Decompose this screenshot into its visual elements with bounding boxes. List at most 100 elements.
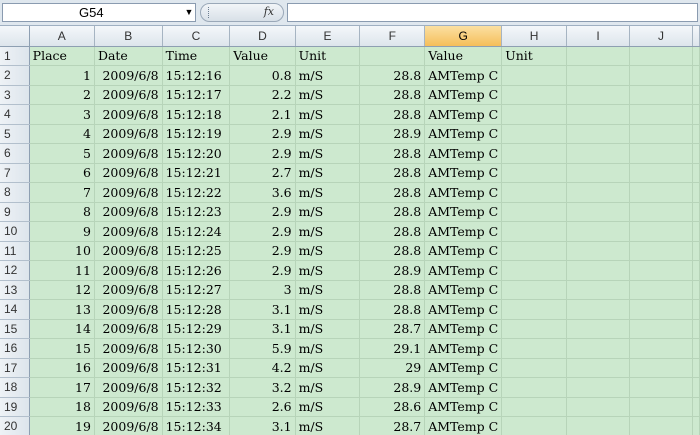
cell[interactable]: 3 [29, 104, 95, 125]
cell[interactable]: Place [29, 46, 95, 66]
cell[interactable] [501, 124, 568, 144]
cell[interactable]: 2009/6/8 [94, 85, 163, 105]
cell[interactable]: 0.8 [229, 65, 296, 86]
cell[interactable]: Unit [295, 46, 361, 66]
cell[interactable] [566, 397, 630, 417]
cell[interactable] [501, 85, 568, 105]
cell[interactable]: AMTemp C [424, 85, 503, 105]
cell[interactable]: 28.9 [359, 124, 426, 144]
cell[interactable] [501, 182, 568, 203]
row-header[interactable]: 9 [0, 202, 30, 222]
cell[interactable]: 2009/6/8 [94, 202, 163, 222]
cell[interactable]: m/S [295, 377, 361, 398]
cell[interactable]: 12 [29, 280, 95, 300]
column-header-e[interactable]: E [295, 26, 361, 47]
cell[interactable] [501, 143, 568, 164]
cell[interactable]: 15:12:26 [162, 260, 231, 281]
cell[interactable]: 2.9 [229, 221, 296, 242]
cell[interactable]: m/S [295, 182, 361, 203]
cell[interactable] [566, 143, 630, 164]
cell[interactable]: AMTemp C [424, 338, 503, 359]
cell[interactable] [692, 85, 700, 105]
cell[interactable]: 15:12:28 [162, 299, 231, 320]
cell[interactable] [501, 163, 568, 183]
row-header[interactable]: 15 [0, 319, 30, 339]
cell[interactable]: AMTemp C [424, 182, 503, 203]
cell[interactable]: AMTemp C [424, 202, 503, 222]
cell[interactable]: 28.8 [359, 163, 426, 183]
cell[interactable] [629, 416, 694, 435]
cell[interactable] [692, 221, 700, 242]
column-header-d[interactable]: D [229, 26, 296, 47]
cell[interactable]: 28.8 [359, 143, 426, 164]
row-header[interactable]: 2 [0, 65, 30, 86]
cell[interactable]: m/S [295, 65, 361, 86]
cell[interactable]: m/S [295, 124, 361, 144]
cell[interactable] [692, 124, 700, 144]
cell[interactable]: 3.1 [229, 299, 296, 320]
cell[interactable] [501, 377, 568, 398]
cell[interactable] [566, 358, 630, 378]
cell[interactable] [692, 182, 700, 203]
cell[interactable]: 15:12:23 [162, 202, 231, 222]
cell[interactable]: 28.7 [359, 319, 426, 339]
cell[interactable] [566, 319, 630, 339]
cell[interactable]: AMTemp C [424, 143, 503, 164]
cell[interactable] [629, 397, 694, 417]
cell[interactable]: 2009/6/8 [94, 358, 163, 378]
row-header[interactable]: 1 [0, 46, 30, 66]
row-header[interactable]: 12 [0, 260, 30, 281]
cell[interactable]: 28.8 [359, 280, 426, 300]
resize-grip-icon[interactable] [208, 7, 212, 18]
cell[interactable]: 18 [29, 397, 95, 417]
cell[interactable]: 19 [29, 416, 95, 435]
cell[interactable] [692, 280, 700, 300]
cell[interactable]: 2009/6/8 [94, 377, 163, 398]
cell[interactable]: 15:12:27 [162, 280, 231, 300]
cell[interactable] [629, 202, 694, 222]
cell[interactable]: 3.2 [229, 377, 296, 398]
cell[interactable]: AMTemp C [424, 280, 503, 300]
cell[interactable]: 29 [359, 358, 426, 378]
cell[interactable]: AMTemp C [424, 358, 503, 378]
cell[interactable]: 2009/6/8 [94, 280, 163, 300]
row-header[interactable]: 16 [0, 338, 30, 359]
cell[interactable]: m/S [295, 202, 361, 222]
cell[interactable] [629, 260, 694, 281]
cell[interactable]: 2.2 [229, 85, 296, 105]
row-header[interactable]: 11 [0, 241, 30, 261]
column-header-g[interactable]: G [424, 26, 503, 47]
cell[interactable] [566, 416, 630, 435]
cell[interactable] [501, 416, 568, 435]
cell[interactable] [566, 163, 630, 183]
column-header-i[interactable]: I [566, 26, 630, 47]
cell[interactable] [629, 221, 694, 242]
cell[interactable] [566, 260, 630, 281]
cell[interactable] [629, 104, 694, 125]
row-header[interactable]: 3 [0, 85, 30, 105]
cell[interactable]: 3.6 [229, 182, 296, 203]
cell[interactable] [359, 46, 426, 66]
cell[interactable]: 2009/6/8 [94, 104, 163, 125]
cell[interactable]: m/S [295, 358, 361, 378]
cell[interactable]: 15:12:22 [162, 182, 231, 203]
cell[interactable] [501, 65, 568, 86]
cell[interactable]: 5 [29, 143, 95, 164]
cell[interactable]: 13 [29, 299, 95, 320]
cell[interactable]: 28.9 [359, 260, 426, 281]
cell[interactable] [629, 124, 694, 144]
cell[interactable] [566, 221, 630, 242]
cell[interactable]: 15:12:17 [162, 85, 231, 105]
cell[interactable]: 15 [29, 338, 95, 359]
cell[interactable] [692, 338, 700, 359]
cell[interactable] [501, 338, 568, 359]
cell[interactable]: 16 [29, 358, 95, 378]
cell[interactable]: 15:12:29 [162, 319, 231, 339]
cell[interactable] [692, 163, 700, 183]
cell[interactable]: 2009/6/8 [94, 397, 163, 417]
cell[interactable]: 15:12:21 [162, 163, 231, 183]
column-header-j[interactable]: J [629, 26, 694, 47]
formula-input[interactable] [287, 3, 698, 22]
cell[interactable]: 2.6 [229, 397, 296, 417]
cell[interactable]: m/S [295, 416, 361, 435]
